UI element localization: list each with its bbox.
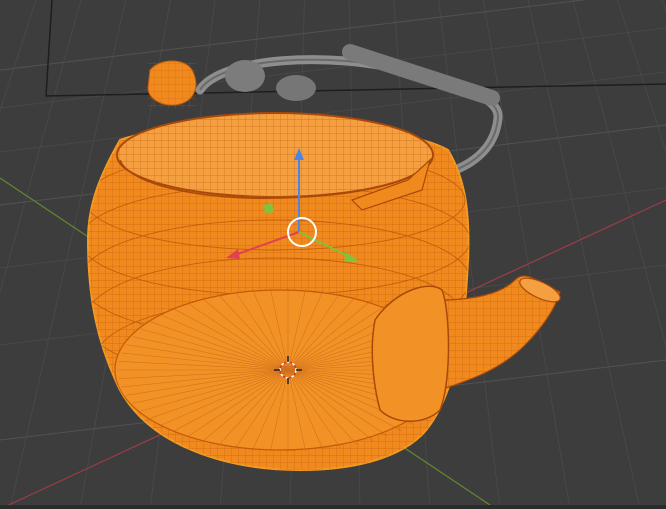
3d-viewport[interactable] bbox=[0, 0, 666, 509]
viewport-bottom-border bbox=[0, 505, 666, 509]
viewport-scene[interactable] bbox=[0, 0, 666, 509]
teapot-lid-knob[interactable] bbox=[147, 60, 197, 108]
teapot-spout-mesh[interactable] bbox=[371, 273, 563, 422]
